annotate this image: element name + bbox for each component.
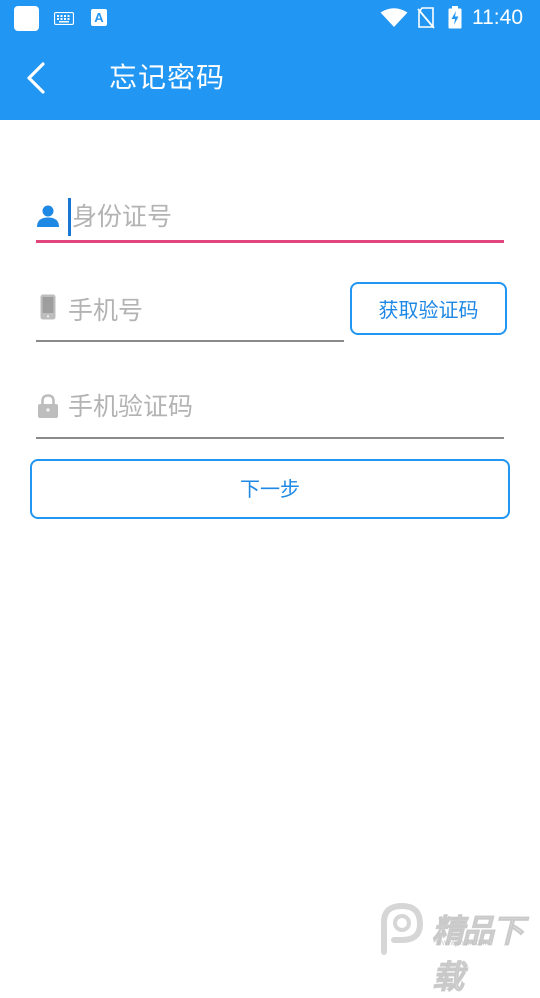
back-button[interactable] <box>18 56 58 100</box>
phone-field <box>36 282 344 342</box>
id-number-input[interactable] <box>72 196 492 236</box>
sms-code-input[interactable] <box>68 386 488 426</box>
watermark-text: 精品下载 <box>432 912 525 997</box>
battery-charging-icon <box>448 6 462 29</box>
status-time: 11:40 <box>472 6 523 29</box>
status-bar: A 11:40 <box>0 0 540 36</box>
phone-underline <box>36 340 344 342</box>
phone-input[interactable] <box>68 290 338 330</box>
app-icon <box>14 6 39 31</box>
keyboard-icon <box>54 12 74 25</box>
watermark: 精品下载 www.jpxz.com <box>372 900 540 997</box>
page-title: 忘记密码 <box>109 61 226 94</box>
text-input-a-icon: A <box>91 9 107 26</box>
app-header: 忘记密码 <box>0 36 540 120</box>
user-icon <box>37 205 59 227</box>
watermark-logo-icon <box>381 902 424 955</box>
sms-code-underline <box>36 437 504 439</box>
text-cursor <box>68 198 71 236</box>
lock-icon <box>38 394 58 418</box>
mobile-phone-icon <box>40 294 56 320</box>
next-step-button[interactable]: 下一步 <box>30 459 510 519</box>
watermark-subtext: www.jpxz.com <box>436 938 487 947</box>
get-code-button[interactable]: 获取验证码 <box>350 282 507 335</box>
sms-code-field <box>36 380 504 440</box>
no-sim-icon <box>417 7 435 29</box>
chevron-left-icon <box>27 62 45 94</box>
wifi-icon <box>380 8 408 27</box>
id-number-field <box>36 190 504 246</box>
id-number-underline <box>36 240 504 243</box>
